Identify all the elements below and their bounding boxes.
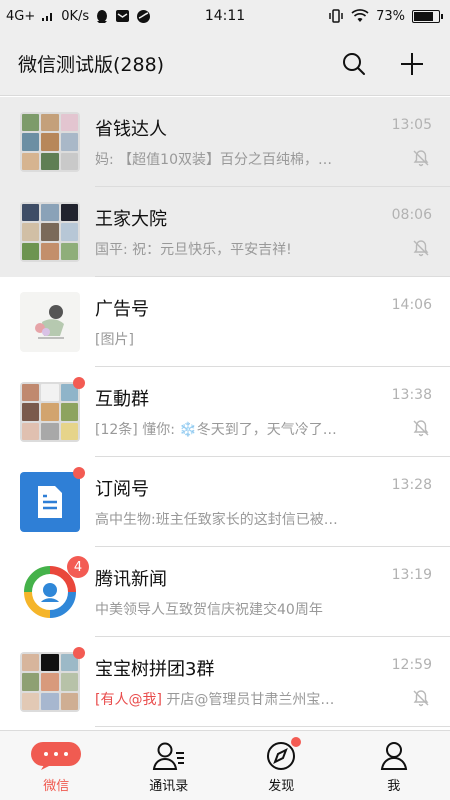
group-avatar <box>20 382 80 442</box>
battery-icon <box>412 9 443 23</box>
chat-name: 王家大院 <box>95 209 167 230</box>
chat-time: 08:06 <box>391 207 432 223</box>
chat-preview: [有人@我] 开店@管理员甘肃兰州宝… <box>95 689 392 709</box>
signal-icon <box>41 10 55 22</box>
contacts-icon <box>152 739 186 773</box>
chat-time: 13:38 <box>391 387 432 403</box>
chat-row-dingyue[interactable]: 订阅号 13:28 高中生物:班主任致家长的这封信已被… <box>0 457 450 547</box>
mute-bell-icon <box>413 690 429 707</box>
compass-icon <box>265 737 302 773</box>
wifi-icon <box>351 9 369 23</box>
chat-row-shengqian[interactable]: 省钱达人 13:05 妈: 【超值10双装】百分之百纯棉，… <box>0 97 450 187</box>
avatar <box>20 292 80 352</box>
chat-time: 13:05 <box>391 117 432 133</box>
app-header: 微信测试版(288) <box>0 32 450 96</box>
page-title: 微信测试版(288) <box>18 54 165 76</box>
chat-row-guanggao[interactable]: 广告号 14:06 [图片] <box>0 277 450 367</box>
document-icon <box>38 486 62 518</box>
chat-time: 13:28 <box>391 477 432 493</box>
network-type: 4G+ <box>6 8 36 24</box>
search-button[interactable] <box>334 44 374 84</box>
mute-bell-icon <box>413 150 429 167</box>
chat-name: 省钱达人 <box>95 119 167 140</box>
unread-dot <box>73 647 85 659</box>
tab-label: 通讯录 <box>149 779 189 794</box>
tab-contacts[interactable]: 通讯录 <box>113 731 226 800</box>
person-icon <box>379 739 409 773</box>
add-button[interactable] <box>392 44 432 84</box>
status-bar: 4G+ 0K/s 14:11 73% <box>0 0 450 32</box>
plus-icon <box>401 52 423 75</box>
chat-preview: 国平: 祝：元旦快乐，平安吉祥! <box>95 242 292 258</box>
browser-icon <box>136 9 151 24</box>
chat-time: 12:59 <box>391 657 432 673</box>
notification-icon <box>115 9 130 23</box>
unread-count-badge: 4 <box>67 556 89 578</box>
chat-preview: [图片] <box>95 332 134 348</box>
chat-name: 订阅号 <box>95 479 149 500</box>
tab-label: 微信 <box>43 779 70 794</box>
battery-percent: 73% <box>376 8 405 24</box>
chat-name: 腾讯新闻 <box>95 569 167 590</box>
chat-list[interactable]: 省钱达人 13:05 妈: 【超值10双装】百分之百纯棉，… 王家大院 08:0… <box>0 97 450 730</box>
network-speed: 0K/s <box>61 8 90 24</box>
tab-me[interactable]: 我 <box>338 731 450 800</box>
qq-icon <box>95 9 109 24</box>
chat-name: 广告号 <box>95 299 149 320</box>
subscription-avatar <box>20 472 80 532</box>
group-avatar <box>20 112 80 172</box>
search-icon <box>343 52 365 75</box>
chat-preview-text: 开店@管理员甘肃兰州宝… <box>161 692 335 708</box>
chat-row-hudong[interactable]: 互動群 13:38 [12条] 懂你: ❄️冬天到了，天气冷了… <box>0 367 450 457</box>
chat-name: 互動群 <box>95 389 149 410</box>
tab-chats[interactable]: 微信 <box>0 731 113 800</box>
group-avatar <box>20 202 80 262</box>
mention-tag: [有人@我] <box>95 692 162 708</box>
chat-time: 13:19 <box>391 567 432 583</box>
chat-time: 14:06 <box>391 297 432 313</box>
tab-discover[interactable]: 发现 <box>225 731 338 800</box>
tencent-news-icon <box>24 566 76 618</box>
chat-preview: 妈: 【超值10双装】百分之百纯棉，… <box>95 152 332 168</box>
chat-preview: 中美领导人互致贺信庆祝建交40周年 <box>95 602 323 618</box>
tab-label: 发现 <box>268 779 295 794</box>
chat-name: 宝宝树拼团3群 <box>95 659 215 680</box>
chat-preview: [12条] 懂你: ❄️冬天到了，天气冷了… <box>95 422 337 438</box>
group-avatar <box>20 652 80 712</box>
bottom-tab-bar: 微信 通讯录 发现 我 <box>0 730 450 800</box>
chat-row-tencent-news[interactable]: 4 腾讯新闻 13:19 中美领导人互致贺信庆祝建交40周年 <box>0 547 450 637</box>
tab-label: 我 <box>387 779 401 794</box>
chat-row-wangjia[interactable]: 王家大院 08:06 国平: 祝：元旦快乐，平安吉祥! <box>0 187 450 277</box>
discover-dot <box>291 737 302 747</box>
unread-dot <box>73 467 85 479</box>
mute-bell-icon <box>413 240 429 257</box>
unread-dot <box>73 377 85 389</box>
chat-bubble-icon <box>30 739 82 773</box>
chat-row-baobaoshu[interactable]: 宝宝树拼团3群 12:59 [有人@我] 开店@管理员甘肃兰州宝… <box>0 637 450 727</box>
chat-preview: 高中生物:班主任致家长的这封信已被… <box>95 512 338 528</box>
mute-bell-icon <box>413 420 429 437</box>
vibrate-icon <box>328 9 344 23</box>
